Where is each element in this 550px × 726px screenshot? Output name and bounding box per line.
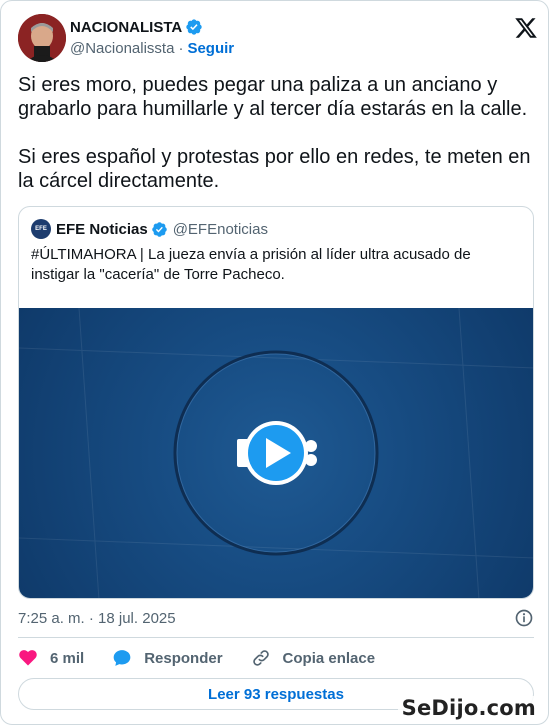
quoted-author-name: EFE Noticias bbox=[56, 220, 148, 238]
quoted-header: EFE EFE Noticias @EFEnoticias bbox=[31, 219, 268, 239]
watermark-logo: SeDijo.com bbox=[397, 696, 540, 720]
author-handle[interactable]: @Nacionalissta bbox=[70, 40, 174, 57]
tweet-header: NACIONALISTA @Nacionalissta · Seguir bbox=[18, 14, 538, 64]
tweet-timestamp[interactable]: 7:25 a. m. · 18 jul. 2025 bbox=[18, 610, 176, 627]
like-count: 6 mil bbox=[50, 649, 85, 667]
verified-badge-icon bbox=[151, 221, 167, 237]
reply-label: Responder bbox=[144, 649, 223, 667]
quoted-author-handle: @EFEnoticias bbox=[172, 220, 268, 238]
action-bar: 6 mil Responder Copia enlace bbox=[18, 647, 403, 669]
author-name[interactable]: NACIONALISTA bbox=[70, 19, 182, 36]
quoted-text: #ÚLTIMAHORA | La jueza envía a prisión a… bbox=[31, 246, 471, 283]
video-thumbnail[interactable] bbox=[19, 308, 533, 598]
reply-button[interactable]: Responder bbox=[112, 648, 223, 668]
play-icon bbox=[237, 421, 317, 485]
timestamp-row: 7:25 a. m. · 18 jul. 2025 bbox=[18, 608, 534, 628]
heart-icon bbox=[19, 650, 37, 666]
quoted-avatar: EFE bbox=[31, 219, 51, 239]
quoted-tweet[interactable]: EFE EFE Noticias @EFEnoticias #ÚLTIMAHOR… bbox=[18, 206, 534, 599]
verified-badge-icon bbox=[186, 19, 202, 35]
follow-link[interactable]: Seguir bbox=[187, 40, 234, 57]
author-avatar[interactable] bbox=[18, 14, 66, 62]
x-logo-icon[interactable] bbox=[514, 16, 538, 40]
author-name-row: NACIONALISTA bbox=[70, 18, 203, 36]
tweet-text: Si eres moro, puedes pegar una paliza a … bbox=[18, 74, 531, 192]
tweet-card: NACIONALISTA @Nacionalissta · Seguir Si … bbox=[0, 0, 549, 725]
separator-dot: · bbox=[178, 40, 184, 57]
copy-link-button[interactable]: Copia enlace bbox=[251, 648, 376, 668]
reply-bubble-icon bbox=[113, 650, 131, 666]
divider bbox=[18, 637, 534, 638]
like-button[interactable]: 6 mil bbox=[18, 648, 84, 668]
link-icon bbox=[252, 650, 269, 666]
copy-link-label: Copia enlace bbox=[282, 649, 376, 667]
author-handle-row: @Nacionalissta · Seguir bbox=[70, 40, 234, 57]
info-icon[interactable] bbox=[514, 608, 534, 628]
